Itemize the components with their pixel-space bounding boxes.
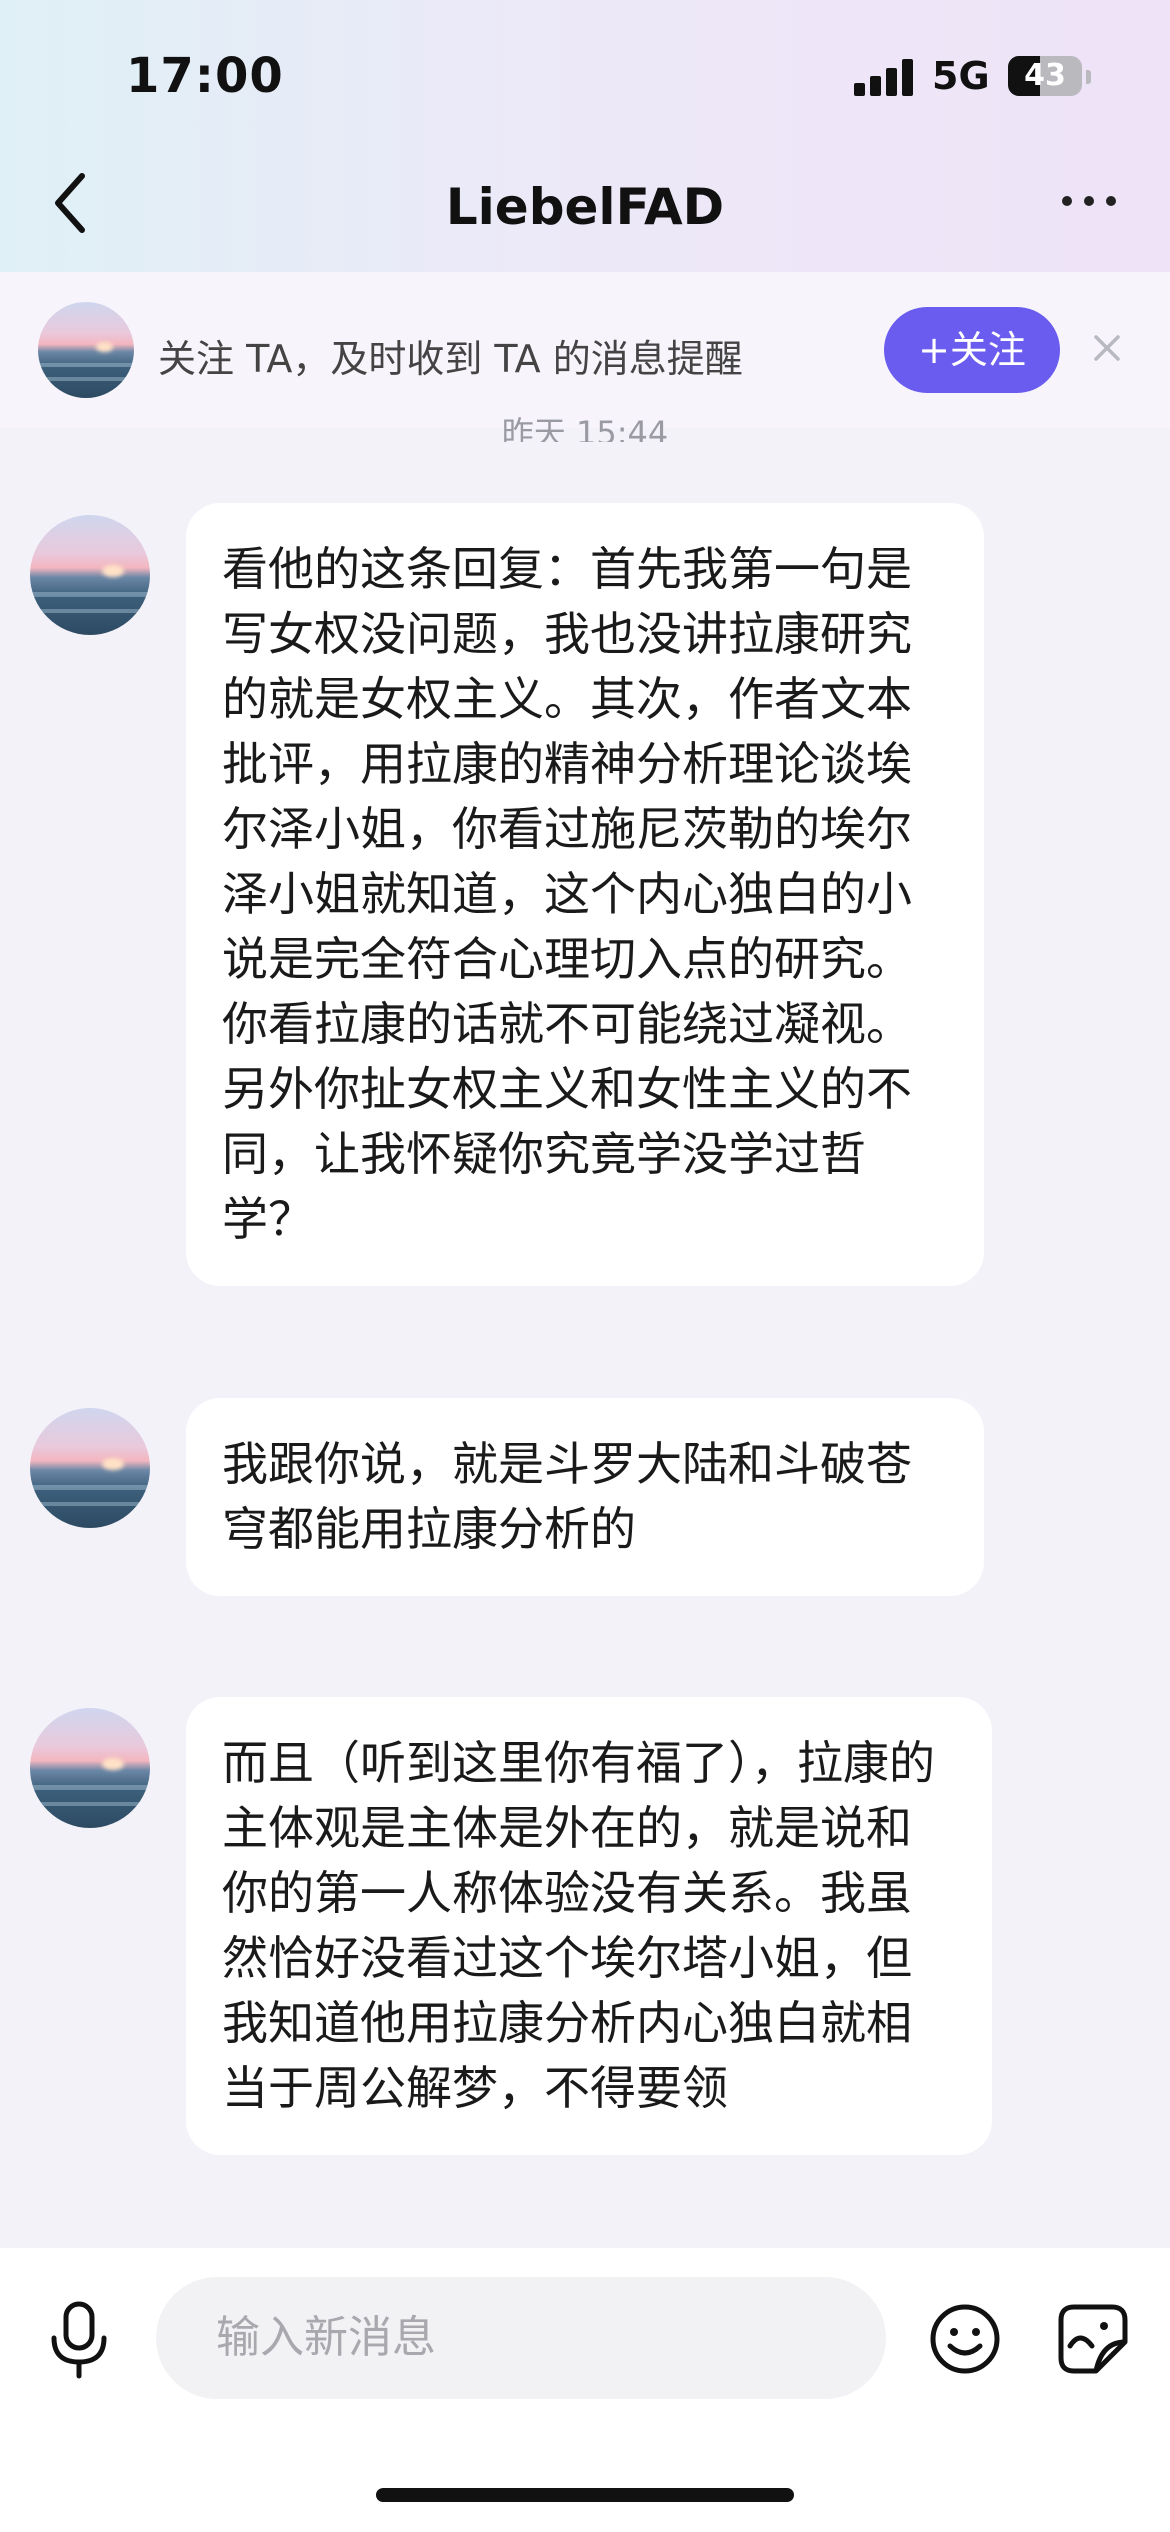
- follow-prompt-text: 关注 TA，及时收到 TA 的消息提醒: [158, 337, 743, 381]
- avatar-sun: [102, 1758, 124, 1771]
- message-bubble[interactable]: 我跟你说，就是斗罗大陆和斗破苍穹都能用拉康分析的: [186, 1398, 984, 1596]
- message-bubble[interactable]: 看他的这条回复：首先我第一句是写女权没问题，我也没讲拉康研究的就是女权主义。其次…: [186, 503, 984, 1286]
- battery-icon: 43: [1008, 56, 1082, 96]
- avatar-wave: [30, 591, 150, 597]
- avatar-wave: [30, 1501, 150, 1507]
- avatar-wave: [30, 1801, 150, 1807]
- sticker-button[interactable]: [1056, 2302, 1130, 2376]
- avatar-wave: [30, 1784, 150, 1790]
- home-indicator[interactable]: [376, 2488, 794, 2502]
- sender-avatar[interactable]: [30, 515, 150, 635]
- avatar-sun: [95, 342, 113, 352]
- cellular-signal-icon: [854, 58, 916, 96]
- avatar-sun: [102, 565, 124, 578]
- more-dot: [1106, 196, 1116, 206]
- avatar-wave: [38, 363, 134, 368]
- more-dot: [1084, 196, 1094, 206]
- close-banner-button[interactable]: [1090, 331, 1124, 365]
- avatar-wave: [38, 376, 134, 381]
- avatar-wave: [30, 1484, 150, 1490]
- avatar-sun: [102, 1458, 124, 1471]
- network-type: 5G: [932, 54, 990, 98]
- avatar-wave: [30, 608, 150, 614]
- sender-avatar[interactable]: [30, 1408, 150, 1528]
- status-time: 17:00: [126, 48, 284, 104]
- more-button[interactable]: [1054, 182, 1124, 218]
- microphone-icon: [51, 2301, 107, 2379]
- emoji-button[interactable]: [928, 2302, 1002, 2376]
- smiley-icon: [930, 2304, 1000, 2374]
- follow-button[interactable]: +关注: [884, 307, 1060, 393]
- banner-avatar[interactable]: [38, 302, 134, 398]
- message-timestamp: 昨天 15:44: [501, 414, 669, 442]
- battery-cap: [1086, 70, 1091, 84]
- sender-avatar[interactable]: [30, 1708, 150, 1828]
- chat-title: LiebelFAD: [445, 178, 725, 236]
- close-icon: [1094, 335, 1120, 361]
- message-bubble[interactable]: 而且（听到这里你有福了），拉康的主体观是主体是外在的，就是说和你的第一人称体验没…: [186, 1697, 992, 2155]
- battery-percent: 43: [1024, 58, 1066, 93]
- more-dots-icon: [1062, 196, 1072, 206]
- message-input[interactable]: 输入新消息: [156, 2277, 886, 2399]
- voice-button[interactable]: [44, 2300, 114, 2380]
- sticker-icon: [1058, 2304, 1128, 2374]
